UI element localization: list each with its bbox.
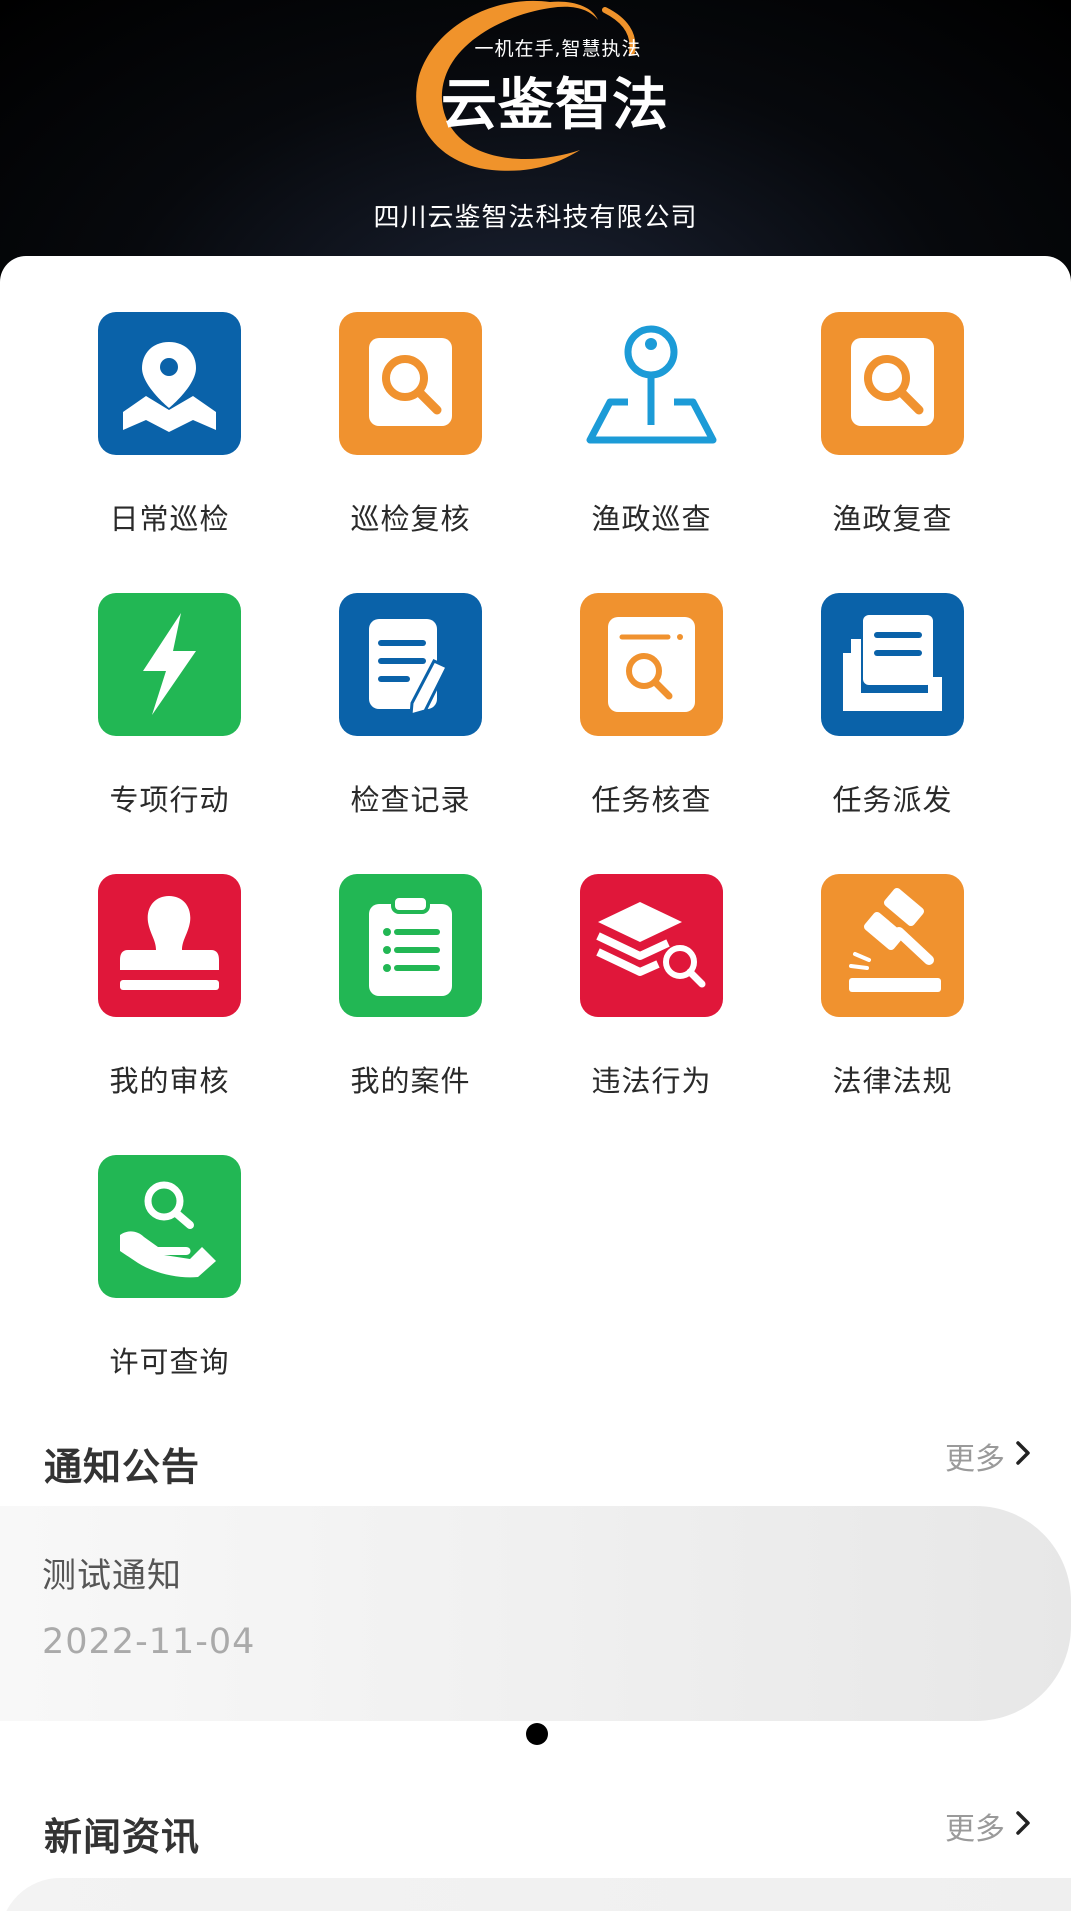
- grid-label: 任务核查: [591, 783, 712, 817]
- grid-label: 渔政巡查: [591, 502, 712, 536]
- app-name: 云鉴智法: [441, 73, 669, 138]
- logo-slogan: 一机在手,智慧执法: [474, 38, 642, 60]
- grid-item-my-review[interactable]: 我的审核: [49, 818, 290, 1098]
- notice-title: 测试通知: [42, 1556, 182, 1596]
- hand-search-icon: [98, 1155, 241, 1298]
- company-name: 四川云鉴智法科技有限公司: [373, 203, 698, 233]
- grid-item-permit-query[interactable]: 许可查询: [49, 1099, 290, 1379]
- location-outline-icon: [580, 312, 723, 455]
- layers-search-icon: [580, 874, 723, 1017]
- grid-item-violations[interactable]: 违法行为: [531, 818, 772, 1098]
- app-logo: 一机在手,智慧执法 云鉴智法: [400, 0, 680, 175]
- grid-item-inspection-review[interactable]: 巡检复核: [290, 256, 531, 536]
- grid-item-task-check[interactable]: 任务核查: [531, 537, 772, 817]
- grid-item-laws-regulations[interactable]: 法律法规: [772, 818, 1013, 1098]
- grid-label: 专项行动: [109, 783, 230, 817]
- chevron-right-icon: [1015, 1439, 1031, 1474]
- grid-item-daily-inspection[interactable]: 日常巡检: [49, 256, 290, 536]
- news-section-title: 新闻资讯: [44, 1815, 201, 1859]
- notice-card[interactable]: 测试通知 2022-11-04: [0, 1506, 1071, 1721]
- map-pin-icon: [98, 312, 241, 455]
- inbox-icon: [821, 593, 964, 736]
- grid-label: 巡检复核: [350, 502, 471, 536]
- grid-label: 我的案件: [350, 1064, 471, 1098]
- grid-item-fishery-recheck[interactable]: 渔政复查: [772, 256, 1013, 536]
- stamp-icon: [98, 874, 241, 1017]
- grid-item-inspection-records[interactable]: 检查记录: [290, 537, 531, 817]
- grid-label: 违法行为: [591, 1064, 712, 1098]
- grid-label: 法律法规: [832, 1064, 953, 1098]
- app-header: 一机在手,智慧执法 云鉴智法 四川云鉴智法科技有限公司: [0, 0, 1071, 270]
- main-panel: 日常巡检 巡检复核 渔政巡查 渔政复查 专项行动 检查记录 任务核查 任务派发 …: [0, 256, 1071, 1911]
- news-card[interactable]: [0, 1878, 1071, 1911]
- document-edit-icon: [339, 593, 482, 736]
- lightning-icon: [98, 593, 241, 736]
- magnifier-icon: [339, 312, 482, 455]
- more-label: 更多: [945, 1442, 1005, 1477]
- grid-label: 任务派发: [832, 783, 953, 817]
- grid-label: 许可查询: [109, 1345, 230, 1379]
- notices-more-link[interactable]: 更多: [945, 1434, 1031, 1478]
- clipboard-list-icon: [339, 874, 482, 1017]
- grid-label: 日常巡检: [109, 502, 230, 536]
- grid-item-my-cases[interactable]: 我的案件: [290, 818, 531, 1098]
- news-more-link[interactable]: 更多: [945, 1804, 1031, 1848]
- notice-date: 2022-11-04: [42, 1622, 256, 1662]
- grid-item-fishery-patrol[interactable]: 渔政巡查: [531, 256, 772, 536]
- carousel-indicator: [526, 1723, 548, 1745]
- chevron-right-icon: [1015, 1809, 1031, 1844]
- gavel-icon: [821, 874, 964, 1017]
- more-label: 更多: [945, 1812, 1005, 1847]
- document-search-icon: [580, 593, 723, 736]
- notices-section-title: 通知公告: [44, 1445, 201, 1489]
- grid-item-task-dispatch[interactable]: 任务派发: [772, 537, 1013, 817]
- grid-item-special-action[interactable]: 专项行动: [49, 537, 290, 817]
- grid-label: 我的审核: [109, 1064, 230, 1098]
- magnifier-icon: [821, 312, 964, 455]
- grid-label: 渔政复查: [832, 502, 953, 536]
- grid-label: 检查记录: [350, 783, 471, 817]
